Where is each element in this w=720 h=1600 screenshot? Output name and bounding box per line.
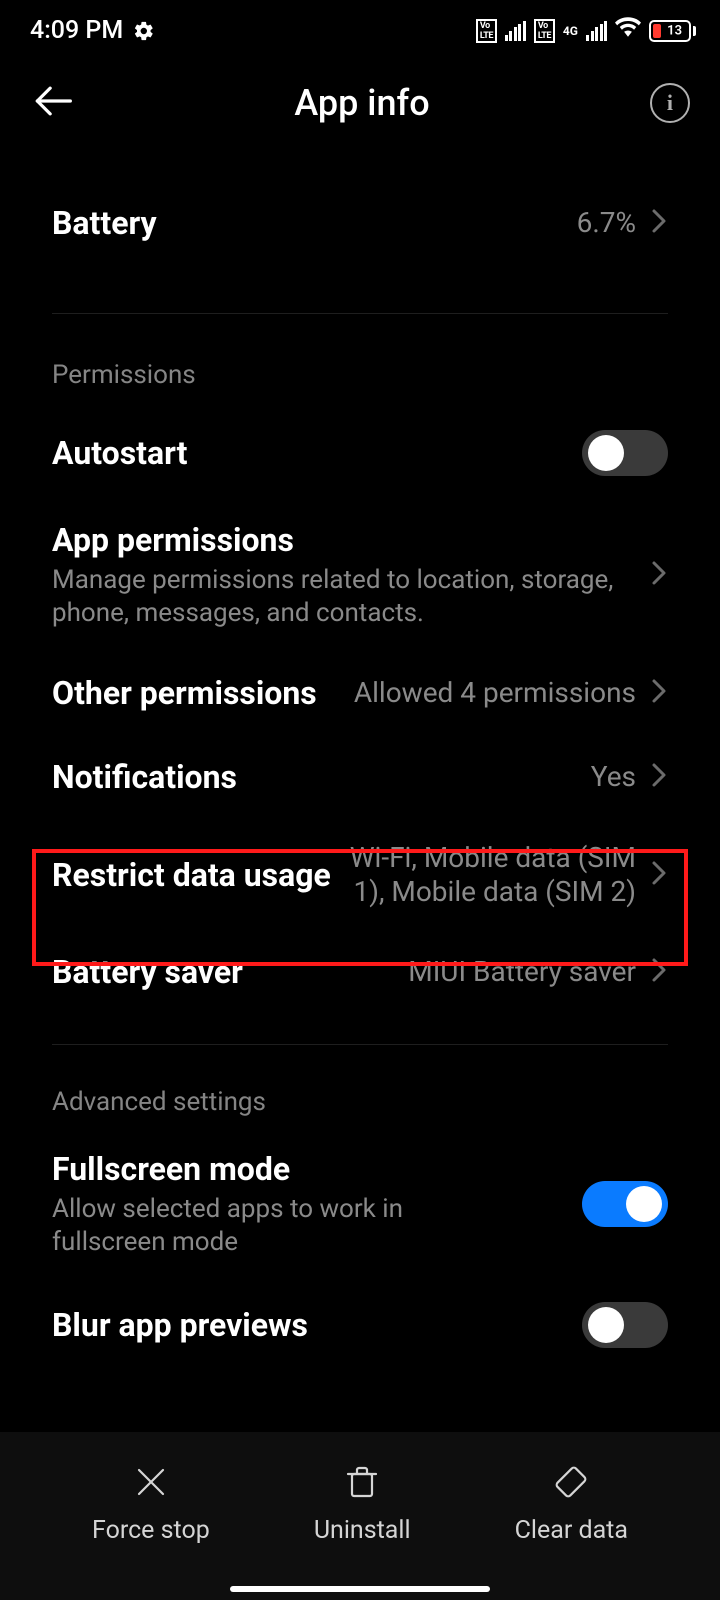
fullscreen-toggle[interactable] [582, 1181, 668, 1227]
autostart-label: Autostart [52, 433, 568, 473]
wifi-icon [615, 14, 641, 47]
settings-icon [133, 20, 155, 42]
clear-data-button[interactable]: Clear data [515, 1462, 628, 1545]
page-title: App info [294, 82, 429, 124]
status-bar: 4:09 PM VoLTE VoLTE 4G 13 [0, 0, 720, 55]
chevron-right-icon [650, 859, 668, 891]
back-button[interactable] [30, 79, 74, 127]
force-stop-button[interactable]: Force stop [92, 1462, 210, 1545]
close-icon [131, 1462, 171, 1506]
force-stop-label: Force stop [92, 1516, 210, 1545]
section-advanced-header: Advanced settings [0, 1045, 720, 1127]
chevron-right-icon [650, 761, 668, 793]
network-4g-icon: 4G [563, 26, 578, 36]
fullscreen-sub: Allow selected apps to work in fullscree… [52, 1193, 508, 1258]
signal-icon-2 [586, 21, 607, 41]
app-permissions-sub: Manage permissions related to location, … [52, 564, 636, 629]
chevron-right-icon [650, 956, 668, 988]
blur-toggle[interactable] [582, 1302, 668, 1348]
row-autostart[interactable]: Autostart [0, 408, 720, 498]
notifications-value: Yes [591, 760, 636, 794]
info-button[interactable]: i [650, 83, 690, 123]
row-restrict-data-usage[interactable]: Restrict data usage Wi-Fi, Mobile data (… [0, 819, 720, 930]
row-fullscreen-mode[interactable]: Fullscreen mode Allow selected apps to w… [0, 1127, 720, 1280]
battery-label: Battery [52, 203, 563, 243]
chevron-right-icon [650, 677, 668, 709]
row-battery[interactable]: Battery 6.7% [0, 163, 720, 283]
volte-icon-2: VoLTE [534, 19, 555, 43]
autostart-toggle[interactable] [582, 430, 668, 476]
battery-saver-label: Battery saver [52, 952, 394, 992]
uninstall-button[interactable]: Uninstall [314, 1462, 411, 1545]
notifications-label: Notifications [52, 757, 577, 797]
other-permissions-value: Allowed 4 permissions [354, 676, 636, 710]
battery-saver-value: MIUI Battery saver [408, 955, 636, 989]
clear-data-label: Clear data [515, 1516, 628, 1545]
battery-percent: 13 [667, 23, 682, 38]
home-indicator[interactable] [230, 1586, 490, 1592]
trash-icon [342, 1462, 382, 1506]
signal-icon-1 [505, 21, 526, 41]
app-header: App info i [0, 55, 720, 163]
status-time: 4:09 PM [30, 16, 123, 45]
battery-value: 6.7% [577, 206, 636, 240]
app-permissions-label: App permissions [52, 520, 636, 560]
chevron-right-icon [650, 559, 668, 591]
chevron-right-icon [650, 207, 668, 239]
row-app-permissions[interactable]: App permissions Manage permissions relat… [0, 498, 720, 651]
uninstall-label: Uninstall [314, 1516, 411, 1545]
eraser-icon [551, 1462, 591, 1506]
other-permissions-label: Other permissions [52, 673, 340, 713]
restrict-data-value: Wi-Fi, Mobile data (SIM 1), Mobile data … [346, 841, 636, 908]
row-battery-saver[interactable]: Battery saver MIUI Battery saver [0, 930, 720, 1014]
fullscreen-label: Fullscreen mode [52, 1149, 508, 1189]
blur-label: Blur app previews [52, 1305, 568, 1345]
row-other-permissions[interactable]: Other permissions Allowed 4 permissions [0, 651, 720, 735]
section-permissions-header: Permissions [0, 314, 720, 408]
restrict-data-label: Restrict data usage [52, 855, 332, 895]
bottom-action-bar: Force stop Uninstall Clear data [0, 1432, 720, 1600]
battery-icon: 13 [649, 20, 696, 42]
content-scroll[interactable]: Battery 6.7% Permissions Autostart App p… [0, 163, 720, 1370]
volte-icon-1: VoLTE [476, 19, 497, 43]
row-blur-previews[interactable]: Blur app previews [0, 1280, 720, 1370]
row-notifications[interactable]: Notifications Yes [0, 735, 720, 819]
